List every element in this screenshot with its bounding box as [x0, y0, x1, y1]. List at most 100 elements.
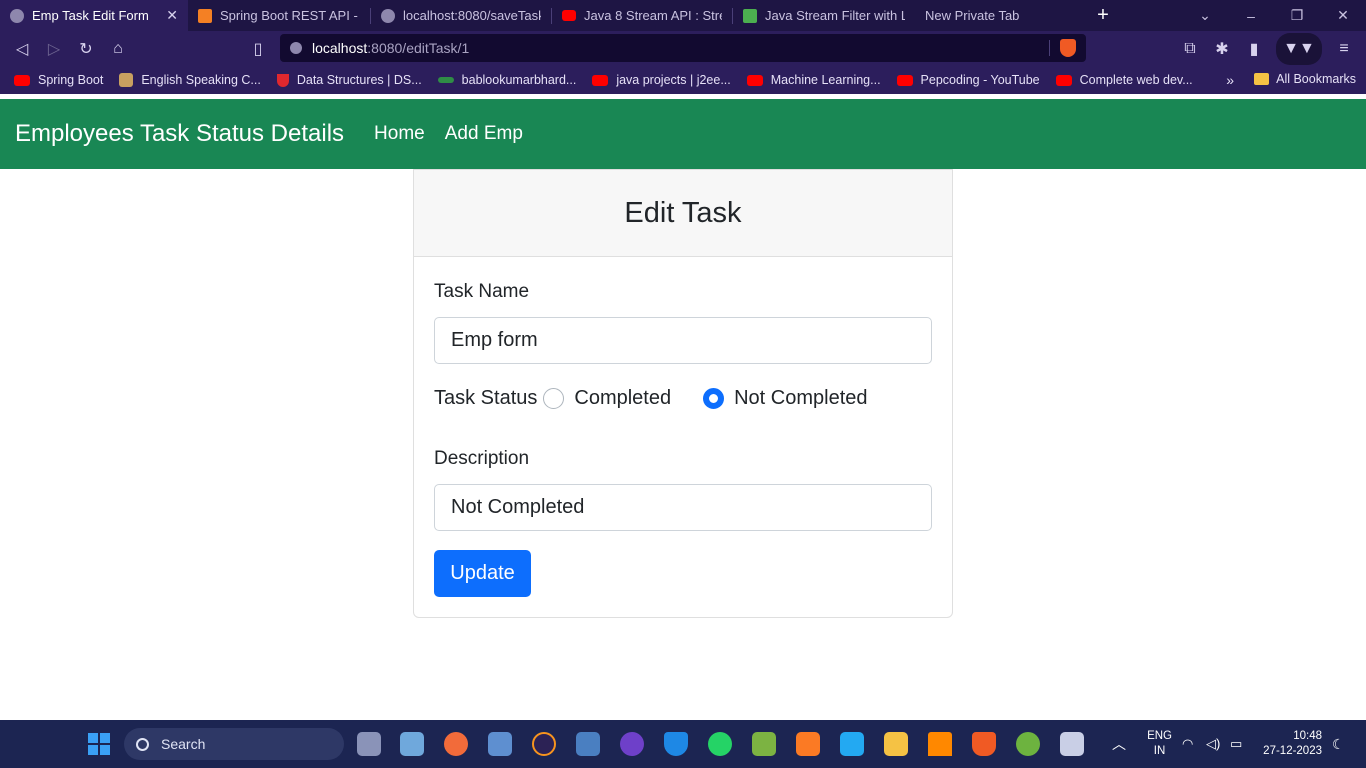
tab-label: Java Stream Filter with Lam	[765, 8, 905, 23]
menu-icon[interactable]: ≡	[1328, 33, 1360, 65]
vscode-icon[interactable]	[840, 732, 864, 756]
task-status-group: Task Status Completed Not Completed	[434, 387, 894, 410]
back-button[interactable]: ◁	[6, 33, 38, 65]
bookmark-label: Machine Learning...	[770, 73, 881, 87]
bookmark-favicon-icon	[276, 73, 289, 87]
postman-icon[interactable]	[444, 732, 468, 756]
extensions-icon[interactable]: ✱	[1206, 33, 1238, 65]
whatsapp-icon[interactable]	[708, 732, 732, 756]
task-name-input[interactable]: Emp form	[434, 317, 932, 364]
tab-save-task[interactable]: localhost:8080/saveTask	[371, 0, 551, 31]
youtube-icon	[746, 74, 763, 86]
reload-button[interactable]: ↻	[70, 33, 102, 65]
taskbar-search[interactable]: Search	[124, 728, 344, 760]
close-icon[interactable]: ✕	[166, 7, 178, 24]
maximize-button[interactable]: ❐	[1274, 0, 1320, 31]
tab-label: Emp Task Edit Form	[32, 8, 149, 23]
new-tab-button[interactable]: +	[1087, 4, 1119, 27]
tab-label: localhost:8080/saveTask	[403, 8, 541, 23]
youtube-icon	[896, 74, 913, 86]
bookmark-favicon-icon	[119, 73, 134, 87]
photos-icon[interactable]	[488, 732, 512, 756]
spring-tools-icon[interactable]	[1016, 732, 1040, 756]
address-bar[interactable]: localhost:8080/editTask/1	[280, 34, 1086, 62]
bookmark-item[interactable]: Spring Boot	[14, 73, 103, 87]
github-icon[interactable]	[620, 732, 644, 756]
url-path: :8080/editTask/1	[367, 40, 470, 56]
bookmark-page-icon[interactable]: ▯	[242, 33, 274, 65]
forward-button[interactable]: ▷	[38, 33, 70, 65]
radio-completed-label[interactable]: Completed	[574, 387, 671, 410]
navbar-brand[interactable]: Employees Task Status Details	[15, 120, 344, 148]
all-bookmarks-button[interactable]: All Bookmarks	[1254, 72, 1356, 86]
tab-java-stream-filter[interactable]: Java Stream Filter with Lam	[733, 0, 915, 31]
update-button[interactable]: Update	[434, 550, 531, 597]
file-manager-icon[interactable]	[576, 732, 600, 756]
geeksforgeeks-icon	[437, 77, 454, 83]
bookmark-item[interactable]: Pepcoding - YouTube	[896, 73, 1040, 87]
night-light-moon-icon[interactable]: ☾	[1332, 720, 1345, 768]
bookmark-label: English Speaking C...	[141, 73, 261, 87]
clock[interactable]: 10:48 27-12-2023	[1263, 729, 1322, 759]
tab-java-stream-api[interactable]: Java 8 Stream API : Streams	[552, 0, 732, 31]
minimize-button[interactable]: –	[1228, 0, 1274, 31]
bookmark-item[interactable]: English Speaking C...	[119, 73, 261, 87]
tab-emp-task-edit-form[interactable]: Emp Task Edit Form ✕	[0, 0, 188, 31]
close-window-button[interactable]: ✕	[1320, 0, 1366, 31]
nav-link-add-emp[interactable]: Add Emp	[445, 123, 523, 145]
page-navbar: Employees Task Status Details Home Add E…	[0, 99, 1366, 169]
youtube-icon	[592, 74, 609, 86]
description-input[interactable]: Not Completed	[434, 484, 932, 531]
show-hidden-icons-chevron-icon[interactable]: ︿	[1112, 720, 1126, 768]
wifi-icon[interactable]: ◠	[1182, 720, 1193, 768]
windows-start-icon[interactable]	[88, 733, 110, 755]
bookmark-item[interactable]: Machine Learning...	[746, 73, 881, 87]
xampp-icon[interactable]	[796, 732, 820, 756]
bookmark-item[interactable]: bablookumarbhard...	[437, 73, 577, 87]
brave-shields-icon[interactable]	[1060, 39, 1076, 57]
stackoverflow-icon	[198, 8, 212, 23]
youtube-icon	[1055, 74, 1072, 86]
tab-search-chevron-icon[interactable]: ⌄	[1182, 0, 1228, 31]
windows-taskbar: Search ︿ ENG IN ◠ ◁) ▭ 10:48 27-12-2023 …	[0, 720, 1366, 768]
vlc-icon[interactable]	[928, 732, 952, 756]
tab-new-private[interactable]: New Private Tab	[915, 0, 1065, 31]
battery-icon[interactable]: ▭	[1230, 720, 1242, 768]
eclipse-icon[interactable]	[532, 732, 556, 756]
home-button[interactable]: ⌂	[102, 33, 134, 65]
description-label: Description	[434, 448, 530, 469]
bookmark-item[interactable]: Complete web dev...	[1055, 73, 1193, 87]
sidebar-icon[interactable]: ▮	[1238, 33, 1270, 65]
bookmark-label: java projects | j2ee...	[616, 73, 731, 87]
globe-icon	[10, 8, 24, 23]
nav-link-home[interactable]: Home	[374, 123, 425, 145]
magnifier-icon[interactable]	[400, 732, 424, 756]
private-window-icon[interactable]: ▼▼	[1276, 32, 1322, 65]
radio-completed[interactable]	[543, 388, 565, 409]
tab-spring-boot-rest-api[interactable]: Spring Boot REST API - Typ	[188, 0, 370, 31]
shield-icon[interactable]	[664, 732, 688, 756]
bookmark-label: bablookumarbhard...	[461, 73, 577, 87]
bookmark-label: Data Structures | DS...	[296, 73, 422, 87]
radio-not-completed[interactable]	[703, 388, 725, 409]
volume-icon[interactable]: ◁)	[1206, 720, 1220, 768]
tab-label: Spring Boot REST API - Typ	[220, 8, 360, 23]
url-host: localhost	[312, 40, 368, 56]
translate-icon[interactable]: ⧉	[1174, 33, 1206, 65]
more-bookmarks-chevron-icon[interactable]: »	[1226, 72, 1234, 88]
task-view-icon[interactable]	[357, 732, 381, 756]
all-bookmarks-label: All Bookmarks	[1276, 72, 1356, 86]
radio-not-completed-label[interactable]: Not Completed	[734, 387, 867, 410]
search-icon	[136, 737, 149, 751]
snipping-tool-icon[interactable]	[1060, 732, 1084, 756]
brave-icon[interactable]	[972, 732, 996, 756]
spreadsheet-icon[interactable]	[752, 732, 776, 756]
youtube-icon	[14, 74, 30, 86]
bookmark-item[interactable]: java projects | j2ee...	[592, 73, 731, 87]
bookmark-item[interactable]: Data Structures | DS...	[276, 73, 422, 87]
site-info-icon[interactable]	[290, 42, 302, 54]
folder-icon	[1254, 73, 1270, 85]
language-indicator[interactable]: ENG IN	[1147, 729, 1172, 759]
file-explorer-icon[interactable]	[884, 732, 908, 756]
lang-line-2: IN	[1153, 745, 1166, 757]
